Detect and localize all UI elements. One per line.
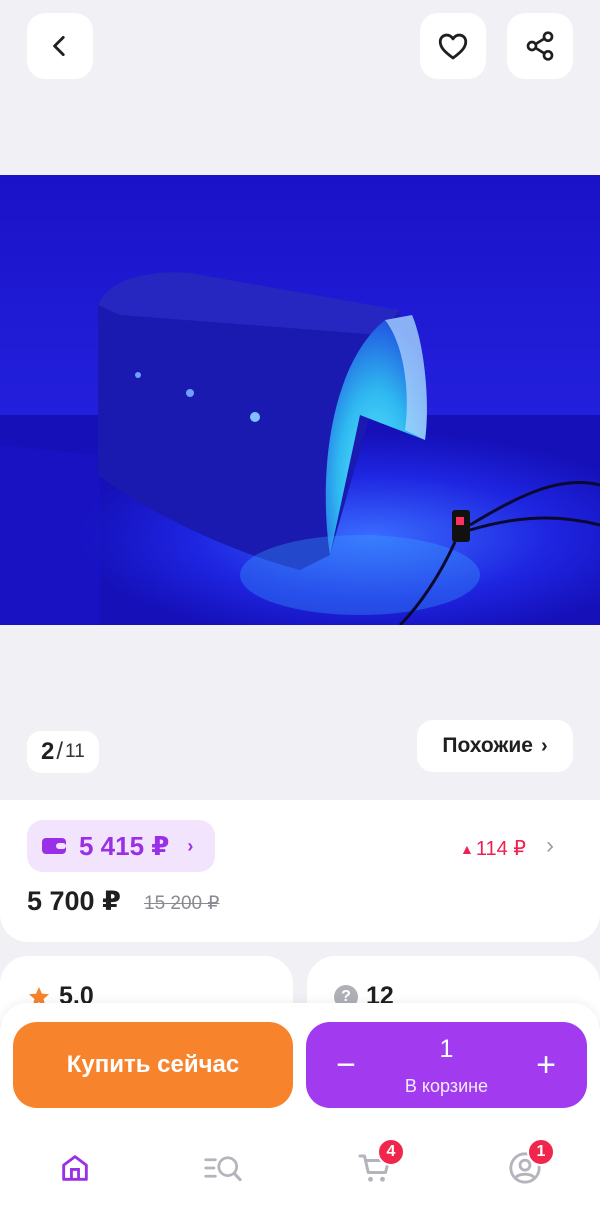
cart-badge: 4 bbox=[377, 1138, 405, 1166]
wallet-price-button[interactable]: 5 415 ₽ › bbox=[27, 820, 215, 872]
heart-icon bbox=[438, 33, 468, 60]
share-button[interactable] bbox=[507, 13, 573, 79]
similar-button[interactable]: Похожие › bbox=[417, 720, 573, 772]
favorite-button[interactable] bbox=[420, 13, 486, 79]
catalog-search-icon bbox=[204, 1156, 242, 1182]
price-card: 5 415 ₽ › ▲ 114 ₽ › 5 700 ₽ 15 200 ₽ bbox=[0, 800, 600, 942]
product-photo[interactable] bbox=[0, 175, 600, 625]
buy-now-button[interactable]: Купить сейчас bbox=[13, 1022, 293, 1108]
product-gallery: 2 / 11 Похожие › bbox=[0, 0, 600, 800]
old-price: 15 200 ₽ bbox=[144, 893, 220, 914]
home-icon bbox=[62, 1155, 88, 1181]
photo-counter: 2 / 11 bbox=[27, 731, 99, 773]
tab-home[interactable] bbox=[45, 1142, 105, 1194]
tab-catalog[interactable] bbox=[195, 1142, 255, 1194]
chevron-right-icon: › bbox=[540, 734, 548, 757]
photo-counter-current: 2 bbox=[41, 738, 55, 765]
price-change-value: 114 ₽ bbox=[475, 838, 527, 860]
chevron-right-icon: › bbox=[187, 835, 194, 856]
back-button[interactable] bbox=[27, 13, 93, 79]
price-change[interactable]: ▲ 114 ₽ bbox=[460, 836, 526, 861]
increase-quantity-button[interactable]: + bbox=[528, 1045, 564, 1085]
current-price: 5 700 ₽ bbox=[27, 886, 121, 916]
wallet-price: 5 415 ₽ bbox=[79, 830, 170, 861]
wallet-icon bbox=[42, 838, 66, 854]
chevron-right-icon[interactable]: › bbox=[546, 832, 554, 860]
action-bar: Купить сейчас − 1 В корзине + bbox=[0, 1003, 600, 1127]
chevron-left-icon bbox=[53, 35, 65, 57]
bottom-tab-bar: 4 1 bbox=[0, 1122, 600, 1214]
photo-counter-total: 11 bbox=[65, 741, 85, 762]
photo-counter-separator: / bbox=[56, 738, 64, 765]
cart-quantity-stepper: − 1 В корзине + bbox=[306, 1022, 587, 1108]
profile-badge: 1 bbox=[527, 1138, 555, 1166]
share-icon bbox=[526, 31, 554, 61]
arrow-up-icon: ▲ bbox=[460, 840, 474, 857]
similar-label: Похожие bbox=[442, 734, 533, 757]
tab-cart[interactable]: 4 bbox=[345, 1138, 405, 1194]
tab-profile[interactable]: 1 bbox=[495, 1138, 555, 1194]
